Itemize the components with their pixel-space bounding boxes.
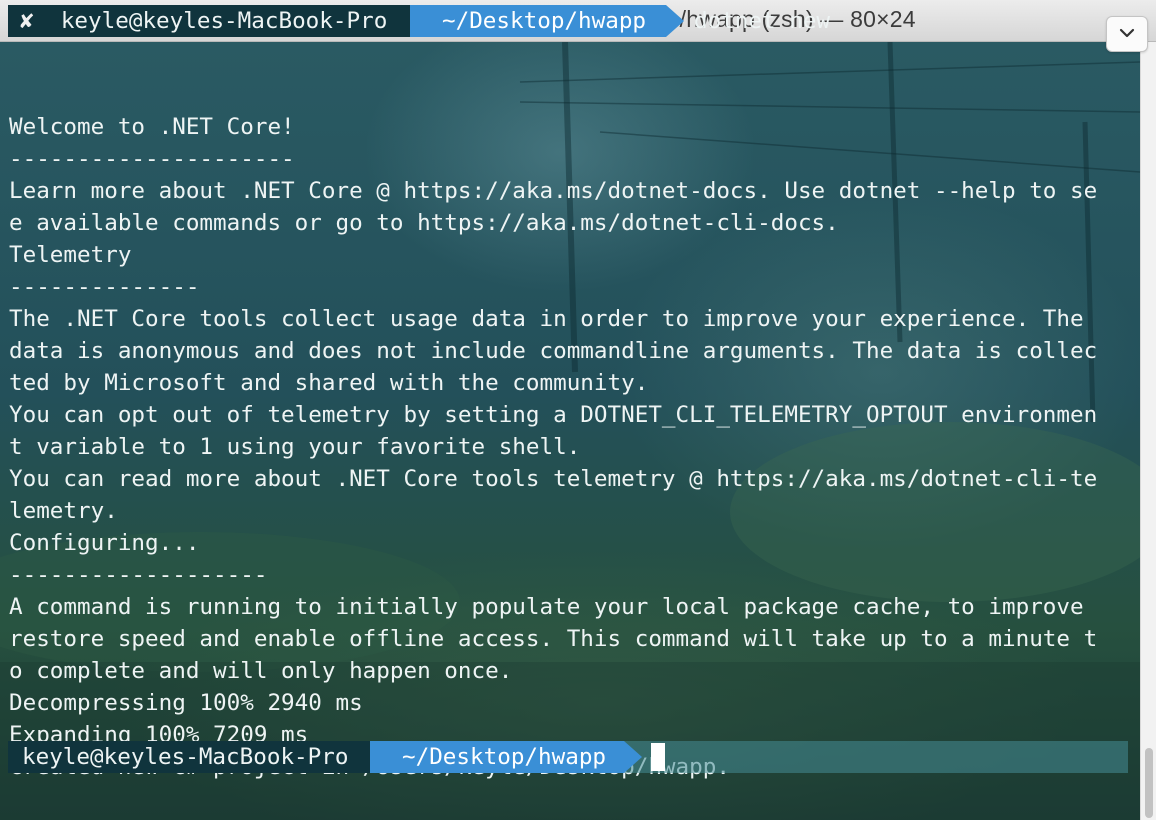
output-line: e available commands or go to https://ak… — [9, 210, 839, 236]
output-line: You can opt out of telemetry by setting … — [9, 402, 1098, 428]
scrollbar-thumb[interactable] — [1145, 748, 1153, 818]
output-line: You can read more about .NET Core tools … — [9, 466, 1098, 492]
output-line: Configuring... — [9, 530, 200, 556]
text-cursor — [651, 743, 665, 771]
output-line: -------------- — [9, 274, 200, 300]
prompt-host-segment: keyle@keyles-MacBook-Pro — [8, 741, 370, 773]
window-menu-button[interactable] — [1106, 16, 1148, 52]
output-line: lemetry. — [9, 498, 118, 524]
output-line: Telemetry — [9, 242, 132, 268]
prompt-path-text: ~/Desktop/hwapp — [442, 8, 647, 34]
chevron-down-icon — [1119, 28, 1135, 38]
prompt-path-segment: ~/Desktop/hwapp — [410, 5, 666, 37]
error-status-icon: ✘ — [20, 8, 34, 34]
command-text: dotnet new — [694, 8, 831, 34]
prompt-host-text: keyle@keyles-MacBook-Pro — [22, 744, 349, 770]
output-line: t variable to 1 using your favorite shel… — [9, 434, 581, 460]
output-line: o complete and will only happen once. — [9, 658, 513, 684]
scrollbar[interactable] — [1140, 42, 1156, 820]
prompt-path-segment: ~/Desktop/hwapp — [370, 741, 624, 773]
output-line: restore speed and enable offline access.… — [9, 626, 1098, 652]
output-line: data is anonymous and does not include c… — [9, 338, 1098, 364]
prompt-path-text: ~/Desktop/hwapp — [402, 744, 607, 770]
output-line: ted by Microsoft and shared with the com… — [9, 370, 649, 396]
prompt-host-text: keyle@keyles-MacBook-Pro — [60, 8, 388, 34]
output-line: Welcome to .NET Core! — [9, 114, 295, 140]
output-line: The .NET Core tools collect usage data i… — [9, 306, 1084, 332]
output-line: ------------------- — [9, 562, 268, 588]
prompt-separator — [624, 741, 642, 773]
output-line: Learn more about .NET Core @ https://aka… — [9, 178, 1098, 204]
prompt-separator — [666, 5, 684, 37]
output-line: --------------------- — [9, 146, 295, 172]
output-line: Decompressing 100% 2940 ms — [9, 690, 363, 716]
output-line: A command is running to initially popula… — [9, 594, 1084, 620]
prompt-host-segment: ✘ keyle@keyles-MacBook-Pro — [8, 5, 410, 37]
